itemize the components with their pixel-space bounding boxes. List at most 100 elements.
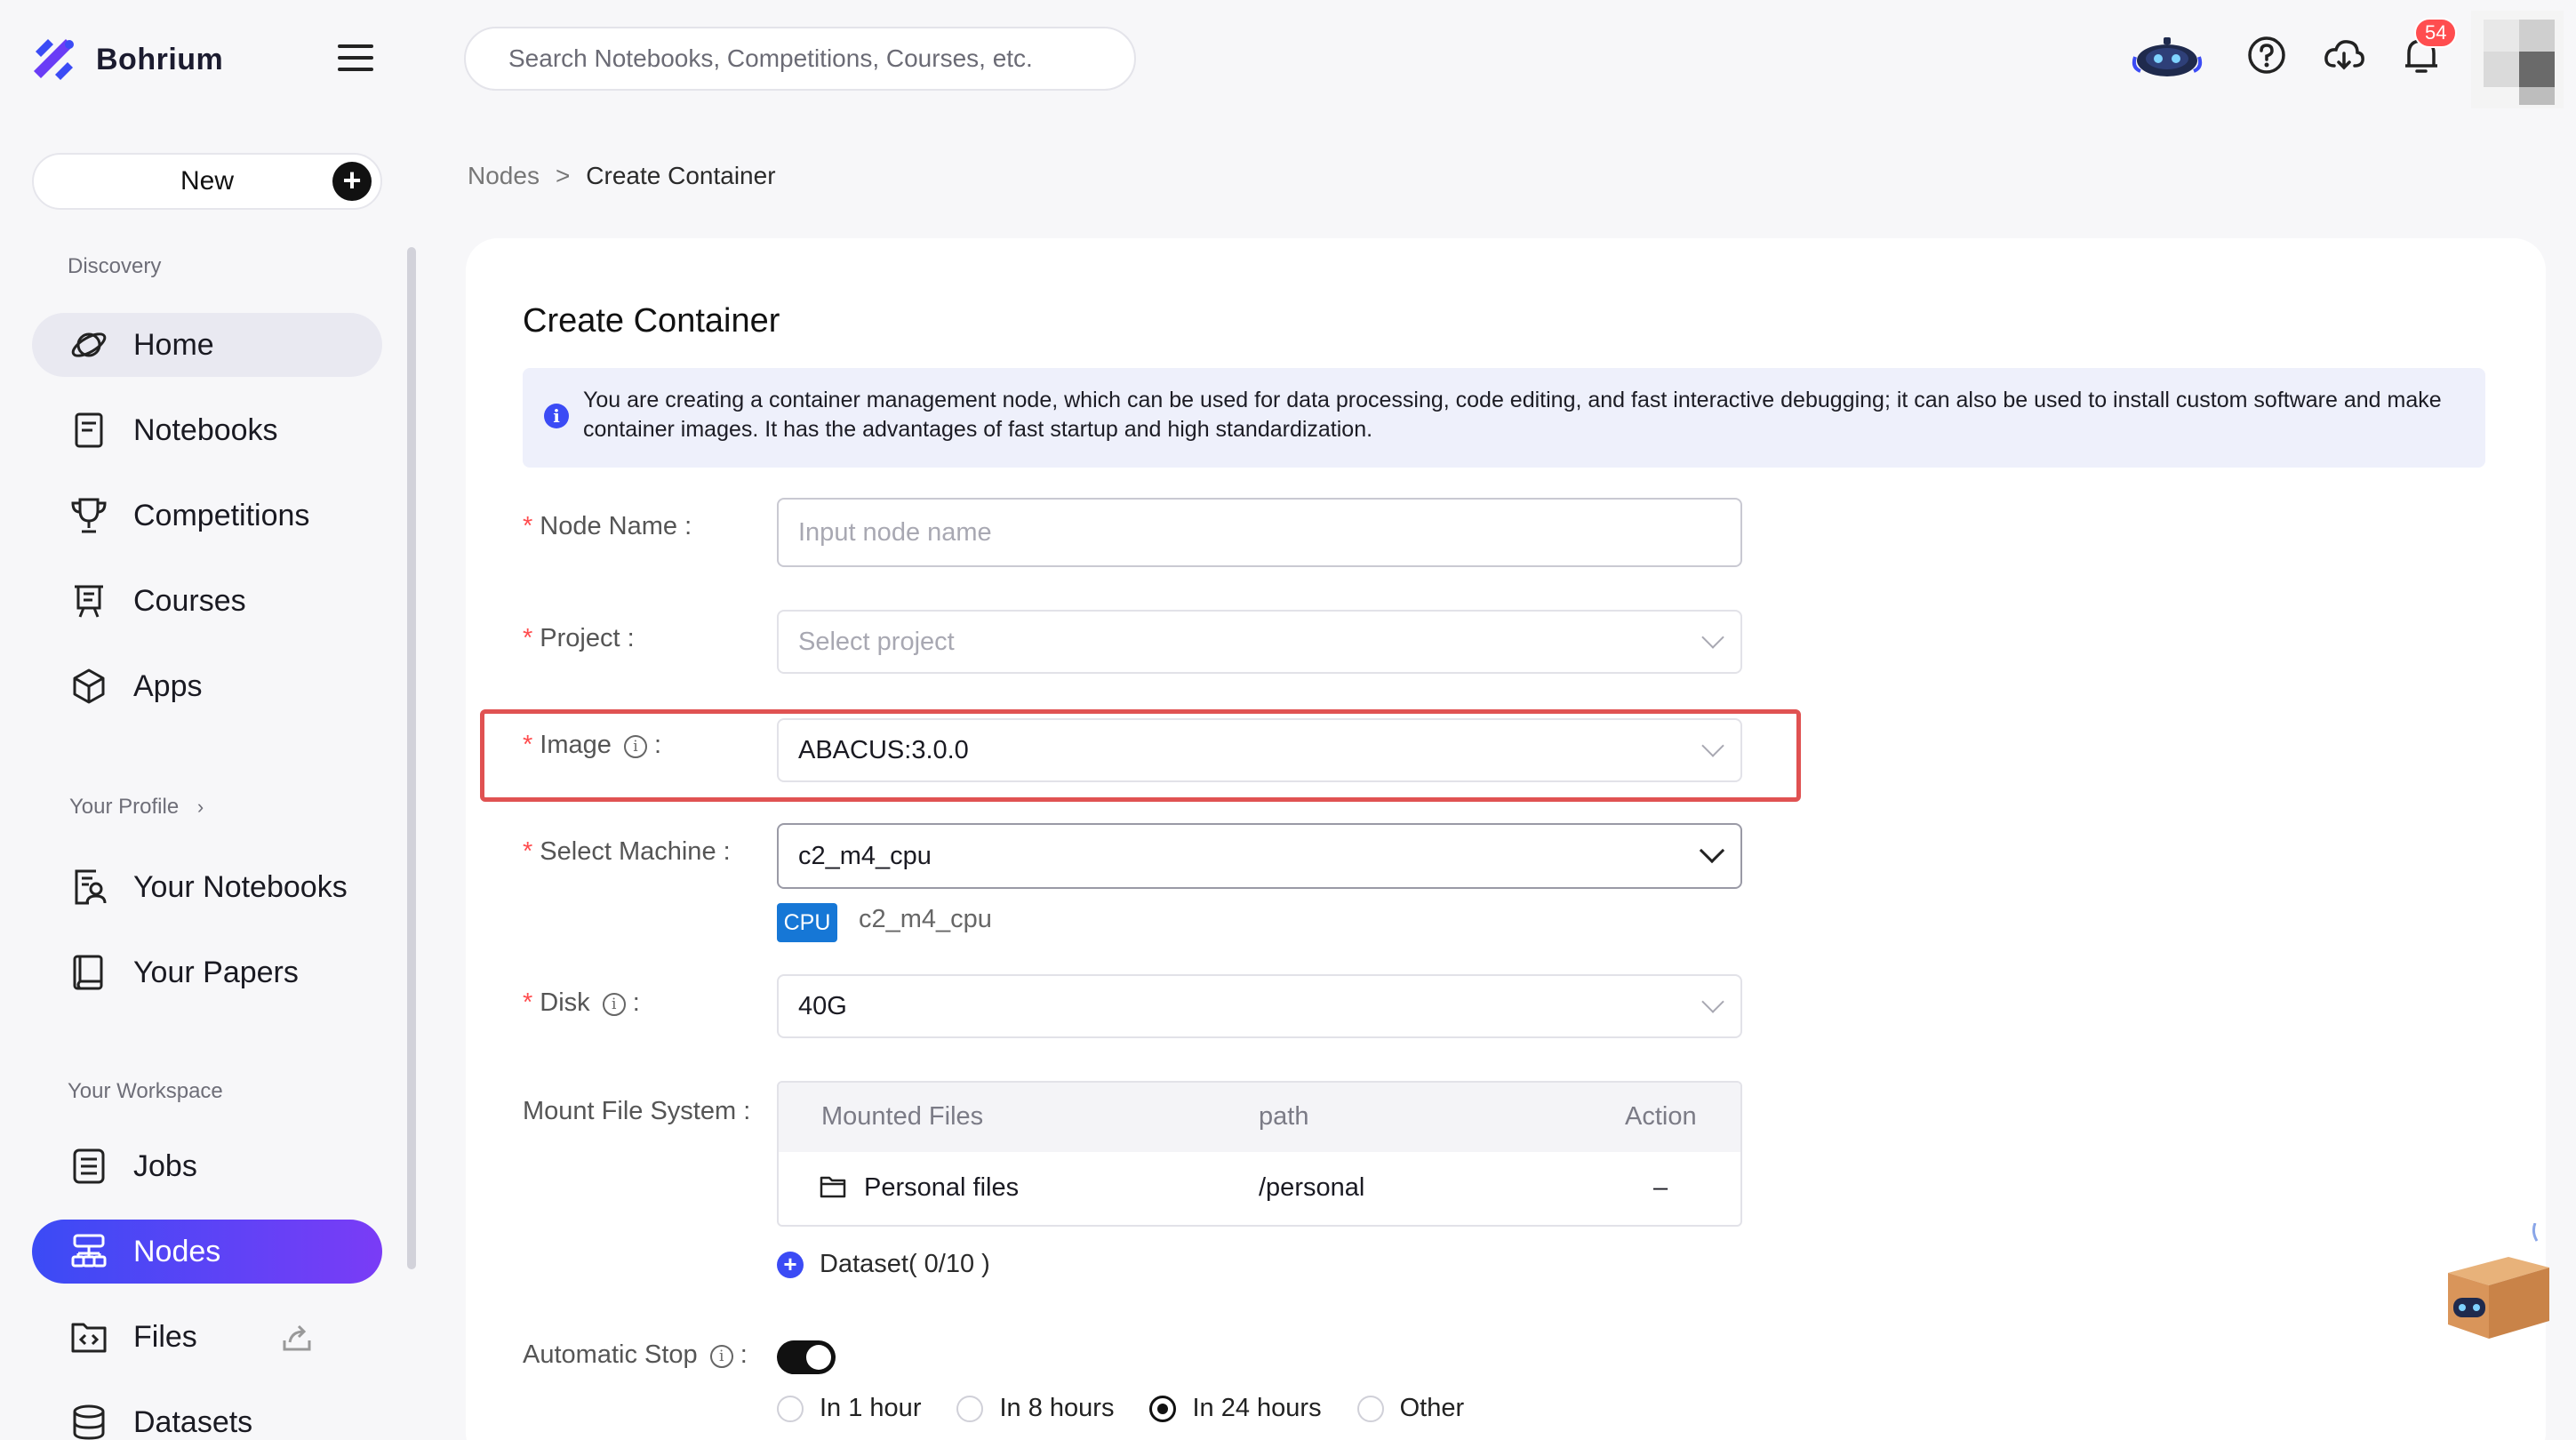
top-bar: Bohrium Search Notebooks, Competitions, … <box>0 0 2576 117</box>
image-label-text: Image <box>540 731 612 759</box>
node-name-placeholder: Input node name <box>798 517 992 547</box>
section-your-profile[interactable]: Your Profile › <box>69 795 204 820</box>
radio-other[interactable]: Other <box>1356 1394 1464 1423</box>
info-alert: i You are creating a container managemen… <box>523 368 2485 468</box>
machine-label-text: Select Machine <box>540 837 716 866</box>
sidebar-item-your-papers[interactable]: Your Papers <box>32 940 382 1004</box>
dataset-label: Dataset( 0/10 ) <box>820 1250 990 1278</box>
auto-stop-toggle[interactable] <box>777 1340 836 1374</box>
sidebar-item-home[interactable]: Home <box>32 313 382 377</box>
add-dataset-button[interactable]: + Dataset( 0/10 ) <box>777 1250 990 1279</box>
bohrium-logo-icon <box>34 39 74 80</box>
plus-icon: + <box>332 162 372 201</box>
radio-in-8-hours[interactable]: In 8 hours <box>956 1394 1114 1423</box>
machine-select[interactable]: c2_m4_cpu <box>777 823 1742 889</box>
mount-table: Mounted Files path Action Personal files… <box>777 1081 1742 1227</box>
planet-icon <box>71 332 107 357</box>
project-label: * Project : <box>523 624 635 652</box>
sidebar-item-label: Apps <box>133 668 203 703</box>
sidebar-item-label: Datasets <box>133 1404 253 1439</box>
sidebar-item-label: Your Papers <box>133 955 299 989</box>
radio-in-24-hours[interactable]: In 24 hours <box>1149 1394 1322 1423</box>
sidebar-item-competitions[interactable]: Competitions <box>32 484 382 548</box>
menu-toggle-icon[interactable] <box>338 44 373 73</box>
notification-badge: 54 <box>2414 18 2458 48</box>
info-text: You are creating a container management … <box>583 388 2442 442</box>
share-icon[interactable] <box>281 1321 313 1353</box>
info-circle-icon[interactable]: i <box>623 735 647 758</box>
notebook-icon <box>75 412 103 448</box>
app-root: Bohrium Search Notebooks, Competitions, … <box>0 0 2576 1440</box>
disk-label: * Disk i : <box>523 988 640 1017</box>
search-input[interactable]: Search Notebooks, Competitions, Courses,… <box>464 27 1136 91</box>
page-title: Create Container <box>523 302 780 340</box>
new-button[interactable]: New + <box>32 153 382 210</box>
breadcrumb-nodes-link[interactable]: Nodes <box>468 162 540 190</box>
auto-stop-options: In 1 hour In 8 hours In 24 hours Other <box>777 1394 1500 1423</box>
cloud-download-icon[interactable] <box>2324 37 2364 73</box>
create-container-card: Create Container i You are creating a co… <box>466 238 2546 1440</box>
image-label: * Image i : <box>523 731 662 759</box>
mounted-file-action[interactable]: – <box>1653 1173 1668 1203</box>
image-select[interactable]: ABACUS:3.0.0 <box>777 718 1742 782</box>
logo[interactable]: Bohrium <box>30 36 223 84</box>
avatar[interactable] <box>2471 11 2564 108</box>
section-your-profile-label: Your Profile <box>69 795 180 819</box>
courses-icon <box>75 585 103 618</box>
radio-label: In 8 hours <box>999 1394 1115 1422</box>
image-value: ABACUS:3.0.0 <box>798 735 969 764</box>
database-icon <box>73 1404 105 1440</box>
mounted-file-name: Personal files <box>864 1173 1020 1202</box>
breadcrumb-current: Create Container <box>586 162 776 189</box>
robot-assistant-icon[interactable] <box>2132 32 2203 84</box>
box-robot-mascot-icon[interactable] <box>2436 1223 2560 1348</box>
app-name: Bohrium <box>96 42 224 76</box>
project-select[interactable]: Select project <box>777 610 1742 674</box>
sidebar-item-label: Jobs <box>133 1148 197 1183</box>
folder-icon <box>820 1176 846 1198</box>
radio-button[interactable] <box>956 1395 984 1422</box>
sidebar-item-jobs[interactable]: Jobs <box>32 1134 382 1198</box>
plus-circle-icon: + <box>777 1251 804 1278</box>
radio-button-selected[interactable] <box>1149 1395 1177 1422</box>
radio-button[interactable] <box>777 1395 804 1422</box>
mounted-file-path: /personal <box>1259 1173 1365 1202</box>
info-circle-icon[interactable]: i <box>602 993 626 1016</box>
info-circle-icon[interactable]: i <box>709 1345 733 1368</box>
sidebar-item-datasets[interactable]: Datasets <box>32 1390 382 1440</box>
user-notebook-icon <box>75 869 107 905</box>
disk-select[interactable]: 40G <box>777 974 1742 1038</box>
sidebar-item-apps[interactable]: Apps <box>32 654 382 718</box>
cpu-tag: CPU <box>777 903 837 942</box>
sidebar-scrollbar[interactable] <box>407 247 416 1269</box>
chevron-down-icon <box>1699 837 1725 864</box>
node-name-input[interactable]: Input node name <box>777 498 1742 567</box>
machine-label: * Select Machine : <box>523 837 731 866</box>
chevron-down-icon <box>1701 626 1724 649</box>
radio-label: In 1 hour <box>820 1394 922 1422</box>
mount-table-header: Mounted Files path Action <box>779 1083 1740 1152</box>
machine-tag-name: c2_m4_cpu <box>859 905 992 933</box>
sidebar-item-label: Courses <box>133 583 246 618</box>
auto-stop-label-text: Automatic Stop <box>523 1340 698 1369</box>
sidebar-item-notebooks[interactable]: Notebooks <box>32 398 382 462</box>
help-icon[interactable] <box>2247 36 2286 75</box>
breadcrumb-separator: > <box>555 162 571 189</box>
column-header: Mounted Files <box>821 1102 984 1131</box>
radio-in-1-hour[interactable]: In 1 hour <box>777 1394 921 1423</box>
section-discovery: Discovery <box>68 254 162 278</box>
disk-value: 40G <box>798 991 847 1020</box>
trophy-icon <box>71 498 107 533</box>
chevron-right-icon: › <box>196 796 204 818</box>
sidebar-item-courses[interactable]: Courses <box>32 569 382 633</box>
sidebar-item-label: Files <box>133 1319 197 1354</box>
toggle-knob <box>806 1345 831 1370</box>
chevron-down-icon <box>1701 734 1724 757</box>
sidebar-item-files[interactable]: Files <box>32 1305 382 1369</box>
radio-button[interactable] <box>1356 1395 1384 1422</box>
info-icon: i <box>544 404 569 428</box>
sidebar-item-your-notebooks[interactable]: Your Notebooks <box>32 855 382 919</box>
sidebar-item-nodes[interactable]: Nodes <box>32 1220 382 1284</box>
project-placeholder: Select project <box>798 627 955 656</box>
cube-icon <box>73 668 105 704</box>
